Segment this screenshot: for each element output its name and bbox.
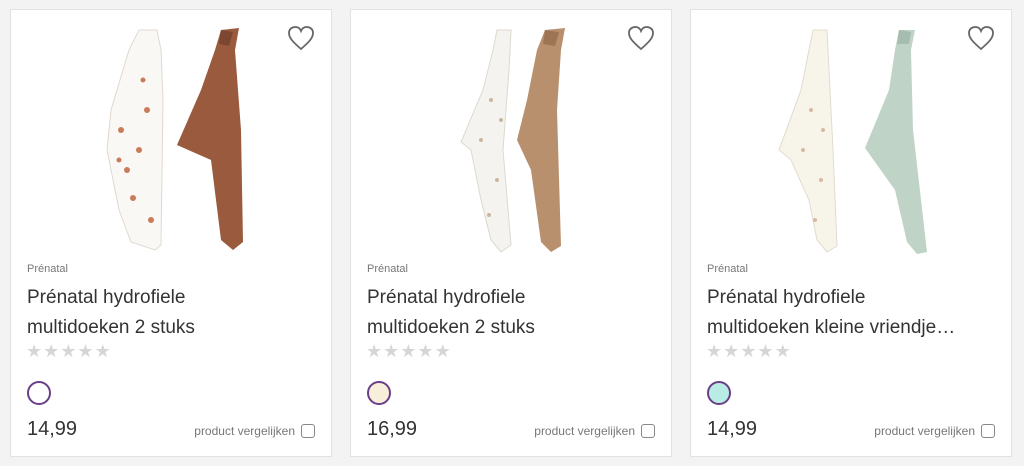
star-icon: ★ (60, 341, 77, 361)
product-card[interactable]: Prénatal Prénatal hydrofiele multidoeken… (10, 9, 332, 457)
product-image[interactable] (351, 10, 671, 260)
color-swatch[interactable] (707, 381, 731, 405)
product-title[interactable]: Prénatal hydrofiele multidoeken kleine v… (707, 283, 999, 343)
rating-stars: ★ ★ ★ ★ ★ (706, 341, 791, 361)
rating-stars: ★ ★ ★ ★ ★ (366, 341, 451, 361)
cloth-light (460, 29, 512, 253)
star-icon: ★ (706, 341, 723, 361)
product-title-line2: multidoeken kleine vriendje… (707, 317, 956, 338)
product-image[interactable] (11, 10, 331, 260)
rating-stars: ★ ★ ★ ★ ★ (26, 341, 111, 361)
heart-icon[interactable] (627, 25, 655, 51)
cloth-dark (177, 28, 243, 250)
cloth-dark (517, 28, 565, 252)
product-card[interactable]: Prénatal Prénatal hydrofiele multidoeken… (690, 9, 1012, 457)
star-icon: ★ (757, 341, 774, 361)
product-image[interactable] (691, 10, 1011, 260)
product-card[interactable]: Prénatal Prénatal hydrofiele multidoeken… (350, 9, 672, 457)
product-grid: Prénatal Prénatal hydrofiele multidoeken… (10, 9, 1012, 457)
heart-icon[interactable] (967, 25, 995, 51)
cloth-dark (865, 30, 927, 254)
compare-label: product vergelijken (874, 424, 975, 438)
color-swatch[interactable] (367, 381, 391, 405)
star-icon: ★ (366, 341, 383, 361)
compare-toggle[interactable]: product vergelijken (194, 424, 315, 438)
product-price: 14,99 (27, 418, 78, 440)
product-title[interactable]: Prénatal hydrofiele multidoeken 2 stuks (367, 283, 659, 343)
product-price: 14,99 (707, 418, 758, 440)
star-icon: ★ (94, 341, 111, 361)
product-title[interactable]: Prénatal hydrofiele multidoeken 2 stuks (27, 283, 319, 343)
cloth-light (778, 29, 838, 253)
compare-checkbox[interactable] (641, 424, 655, 438)
product-brand: Prénatal (27, 263, 68, 275)
star-icon: ★ (400, 341, 417, 361)
compare-checkbox[interactable] (301, 424, 315, 438)
star-icon: ★ (417, 341, 434, 361)
product-title-line1: Prénatal hydrofiele (707, 287, 866, 308)
heart-icon[interactable] (287, 25, 315, 51)
star-icon: ★ (723, 341, 740, 361)
product-brand: Prénatal (367, 263, 408, 275)
compare-toggle[interactable]: product vergelijken (534, 424, 655, 438)
color-swatch[interactable] (27, 381, 51, 405)
compare-label: product vergelijken (534, 424, 635, 438)
star-icon: ★ (77, 341, 94, 361)
product-title-line1: Prénatal hydrofiele (367, 287, 526, 308)
compare-toggle[interactable]: product vergelijken (874, 424, 995, 438)
cloth-light (106, 29, 164, 251)
product-title-line2: multidoeken 2 stuks (27, 317, 195, 338)
product-brand: Prénatal (707, 263, 748, 275)
compare-label: product vergelijken (194, 424, 295, 438)
star-icon: ★ (26, 341, 43, 361)
star-icon: ★ (774, 341, 791, 361)
star-icon: ★ (383, 341, 400, 361)
product-title-line2: multidoeken 2 stuks (367, 317, 535, 338)
product-price: 16,99 (367, 418, 418, 440)
product-title-line1: Prénatal hydrofiele (27, 287, 186, 308)
star-icon: ★ (43, 341, 60, 361)
star-icon: ★ (434, 341, 451, 361)
star-icon: ★ (740, 341, 757, 361)
compare-checkbox[interactable] (981, 424, 995, 438)
